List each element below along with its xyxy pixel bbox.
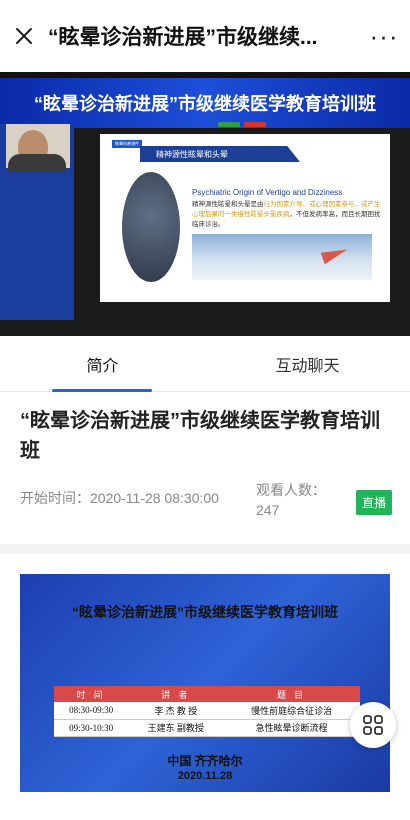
- live-status-badge: 直播: [355, 490, 392, 515]
- schedule-header-time: 时 间: [54, 686, 129, 702]
- slide-body-text: 精神源性眩晕和头晕是由行为因素介导、或心理因素参与、或产生心理后果的一类慢性眩晕…: [192, 200, 384, 230]
- slide-text-prefix: 精神源性眩晕和头晕是由: [192, 201, 264, 208]
- speaker-body: [8, 154, 66, 172]
- page-title: “眩晕诊治新进展”市级继续...: [48, 26, 318, 49]
- schedule-cell-speaker: 王建东 副教授: [128, 719, 224, 737]
- tab-intro[interactable]: 简介: [0, 336, 205, 392]
- schedule-header-row: 时 间 讲 者 题 目: [54, 686, 360, 702]
- slide-header-text: 精神源性眩晕和头晕: [156, 150, 228, 159]
- viewer-count-label: 观看人数：: [256, 482, 326, 498]
- poster-location: 中国 齐齐哈尔: [167, 754, 243, 768]
- viewer-count-value: 247: [256, 502, 280, 518]
- schedule-header-topic: 题 目: [223, 686, 360, 702]
- event-poster: “眩晕诊治新进展”市级继续医学教育培训班 时 间 讲 者 题 目 08:30-0…: [20, 574, 390, 792]
- schedule-cell-topic: 急性眩晕诊断流程: [223, 719, 360, 737]
- presentation-slide: 眩晕科普课件 精神源性眩晕和头晕 Psychiatric Origin of V…: [100, 134, 390, 302]
- schedule-cell-time: 08:30-09:30: [54, 702, 129, 720]
- schedule-cell-time: 09:30-10:30: [54, 719, 129, 737]
- tab-bar: 简介 互动聊天: [0, 336, 410, 392]
- section-divider: [0, 544, 410, 554]
- schedule-header-speaker: 讲 者: [128, 686, 224, 702]
- slide-tag: 眩晕科普课件: [112, 140, 142, 148]
- slide-english-title: Psychiatric Origin of Vertigo and Dizzin…: [192, 188, 343, 197]
- event-meta: 开始时间：2020-11-28 08:30:00 观看人数： 247 直播: [20, 476, 392, 524]
- viewer-count: 观看人数： 247: [256, 480, 326, 520]
- floating-menu-button[interactable]: [350, 702, 396, 748]
- event-info: “眩晕诊治新进展”市级继续医学教育培训班: [20, 406, 392, 466]
- table-row: 09:30-10:30 王建东 副教授 急性眩晕诊断流程: [54, 719, 360, 737]
- meeting-indicators: [218, 122, 266, 127]
- start-time: 开始时间：2020-11-28 08:30:00: [20, 490, 219, 506]
- indicator-green: [218, 122, 240, 127]
- paper-plane-icon: [320, 243, 350, 265]
- video-banner: “眩晕诊治新进展”市级继续医学教育培训班: [0, 78, 410, 128]
- slide-sky-image: [192, 234, 372, 280]
- schedule-cell-topic: 慢性前庭综合征诊治: [223, 702, 360, 720]
- indicator-red: [244, 122, 266, 127]
- slide-header-bar: 精神源性眩晕和头晕: [140, 146, 300, 162]
- close-icon: [16, 28, 32, 44]
- grid-menu-icon: [363, 715, 383, 735]
- top-nav-bar: “眩晕诊治新进展”市级继续... ···: [0, 0, 410, 72]
- event-title: “眩晕诊治新进展”市级继续医学教育培训班: [20, 410, 380, 462]
- speaker-camera-feed: [0, 124, 74, 320]
- slide-photo: [122, 172, 180, 282]
- close-button[interactable]: [0, 0, 48, 72]
- poster-date: 2020.11.28: [177, 770, 233, 782]
- more-options-button[interactable]: ···: [358, 0, 410, 72]
- tab-chat[interactable]: 互动聊天: [205, 336, 410, 391]
- schedule-table: 时 间 讲 者 题 目 08:30-09:30 李 杰 教 授 慢性前庭综合征诊…: [54, 686, 360, 737]
- schedule-cell-speaker: 李 杰 教 授: [128, 702, 224, 720]
- poster-title: “眩晕诊治新进展”市级继续医学教育培训班: [72, 604, 338, 620]
- video-banner-text: “眩晕诊治新进展”市级继续医学教育培训班: [34, 94, 376, 114]
- live-video-player[interactable]: “眩晕诊治新进展”市级继续医学教育培训班 眩晕科普课件 精神源性眩晕和头晕 Ps…: [0, 72, 410, 336]
- table-row: 08:30-09:30 李 杰 教 授 慢性前庭综合征诊治: [54, 702, 360, 720]
